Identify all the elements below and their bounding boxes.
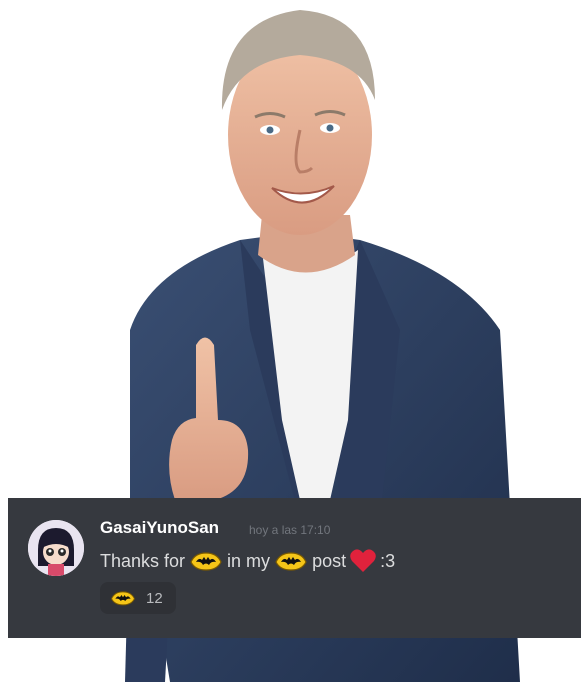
message-text: post — [312, 550, 347, 571]
message-content: Thanks for in my post :3 — [100, 548, 395, 574]
message-text: :3 — [380, 550, 396, 571]
chat-message: GasaiYunoSan hoy a las 17:10 Thanks for … — [8, 498, 581, 638]
anime-avatar-icon — [28, 520, 84, 576]
message-text: in my — [227, 550, 271, 571]
red-heart-icon — [350, 549, 376, 572]
reaction-button[interactable]: 12 — [100, 582, 176, 614]
batman-emoji-icon — [190, 552, 222, 571]
user-avatar[interactable] — [28, 520, 84, 576]
batman-emoji-icon — [275, 552, 307, 571]
batman-emoji-icon — [111, 591, 135, 606]
reaction-count: 12 — [146, 589, 163, 607]
message-timestamp: hoy a las 17:10 — [249, 523, 331, 537]
message-text: Thanks for — [100, 550, 186, 571]
message-username[interactable]: GasaiYunoSan — [100, 518, 219, 538]
